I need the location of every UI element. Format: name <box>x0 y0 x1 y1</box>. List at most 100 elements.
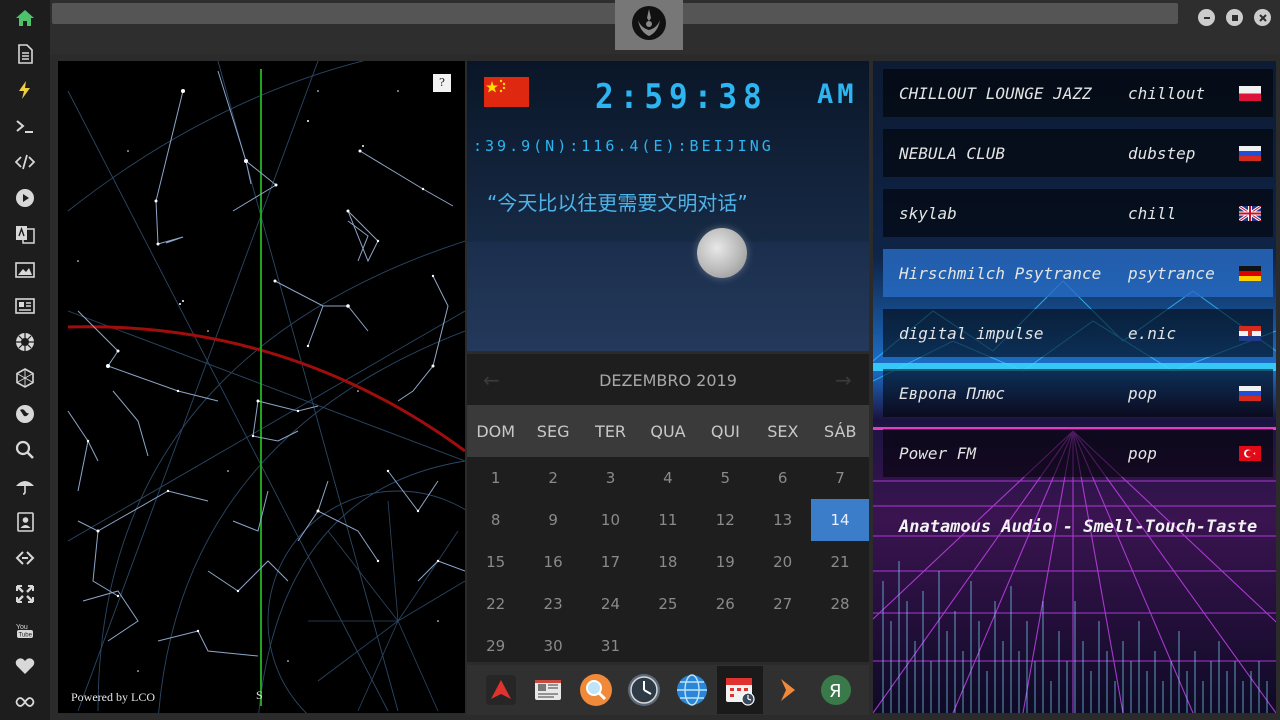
star-map[interactable]: ? Powered by LCO S <box>58 61 465 713</box>
station-name: Hirschmilch Psytrance <box>899 263 1102 283</box>
croatia-flag <box>1239 325 1261 341</box>
daily-quote: “今天比以往更需要文明对话” <box>487 191 748 215</box>
station-row[interactable]: Power FM pop <box>883 429 1273 477</box>
app-dock: Я <box>467 665 869 715</box>
document-icon[interactable] <box>13 42 37 66</box>
weekday-header: DOM SEG TER QUA QUI SEX SÁB <box>467 405 869 457</box>
home-icon[interactable] <box>13 6 37 30</box>
calendar-day[interactable]: 21 <box>811 541 868 583</box>
news-app-icon[interactable] <box>531 673 565 707</box>
calendar-day[interactable]: 28 <box>811 583 868 625</box>
calendar-day[interactable]: 5 <box>697 457 754 499</box>
station-genre: pop <box>1128 383 1157 403</box>
maximize-icon[interactable] <box>1226 9 1243 26</box>
calendar-day[interactable]: 11 <box>639 499 696 541</box>
calendar-day[interactable]: 16 <box>524 541 581 583</box>
lightning-icon[interactable] <box>13 78 37 102</box>
powered-by-credit: Powered by LCO <box>71 690 155 704</box>
month-label: DEZEMBRO 2019 <box>599 370 737 390</box>
calendar-empty-cell <box>697 625 754 667</box>
uk-flag <box>1239 205 1261 221</box>
calendar-day[interactable]: 19 <box>697 541 754 583</box>
station-row[interactable]: digital impulse e.nic <box>883 309 1273 357</box>
station-name: Power FM <box>899 443 977 463</box>
clock-coordinates: :39.9(N):116.4(E):BEIJING <box>473 137 774 155</box>
terminal-icon[interactable] <box>13 114 37 138</box>
calendar-app-icon[interactable] <box>717 666 763 714</box>
calendar-day-today[interactable]: 14 <box>811 499 869 541</box>
desktop: You Tube ? Powered by LCO S 2:59:38 AM:… <box>0 0 1280 720</box>
prev-month-button[interactable]: ← <box>483 368 500 392</box>
link-icon[interactable] <box>13 546 37 570</box>
contact-icon[interactable] <box>13 510 37 534</box>
calendar-day[interactable]: 13 <box>754 499 811 541</box>
yandex-app-icon[interactable]: Я <box>819 673 853 707</box>
moon-phase-icon <box>697 228 747 278</box>
calendar-day[interactable]: 26 <box>697 583 754 625</box>
station-genre: chill <box>1128 203 1177 223</box>
calendar-day[interactable]: 29 <box>467 625 524 667</box>
svg-text:Tube: Tube <box>19 633 33 639</box>
umbrella-icon[interactable] <box>13 474 37 498</box>
calendar-day[interactable]: 2 <box>524 457 581 499</box>
globe-app-icon[interactable] <box>675 673 709 707</box>
code-icon[interactable] <box>13 150 37 174</box>
play-app-icon[interactable] <box>771 673 805 707</box>
help-button[interactable]: ? <box>433 74 451 92</box>
globe-icon[interactable] <box>13 402 37 426</box>
russia-flag <box>1239 145 1261 161</box>
weekday-label: TER <box>595 421 627 441</box>
clock-app-icon[interactable] <box>627 673 661 707</box>
radio-player-widget: CHILLOUT LOUNGE JAZZ chillout NEBULA CLU… <box>873 61 1276 713</box>
translate-icon[interactable] <box>13 222 37 246</box>
hexagon-icon[interactable] <box>13 366 37 390</box>
calendar-day[interactable]: 12 <box>697 499 754 541</box>
infinity-icon[interactable] <box>13 690 37 714</box>
russia-flag <box>1239 385 1261 401</box>
calendar-day[interactable]: 24 <box>582 583 639 625</box>
news-icon[interactable] <box>13 294 37 318</box>
station-row-selected[interactable]: Hirschmilch Psytrance psytrance <box>883 249 1273 297</box>
calendar-day[interactable]: 4 <box>639 457 696 499</box>
close-icon[interactable] <box>1254 9 1271 26</box>
calendar-grid: 1 2 3 4 5 6 7 8 9 10 11 12 13 14 15 16 17 18 19 20 21 22 23 24 2… <box>467 457 869 667</box>
play-icon[interactable] <box>13 186 37 210</box>
calendar-day[interactable]: 10 <box>582 499 639 541</box>
calendar-week-row: 29 30 31 <box>467 625 869 667</box>
minimize-icon[interactable] <box>1198 9 1215 26</box>
station-genre: chillout <box>1128 83 1206 103</box>
expand-icon[interactable] <box>13 582 37 606</box>
calendar-day[interactable]: 18 <box>639 541 696 583</box>
next-month-button[interactable]: → <box>835 368 852 392</box>
calendar-day[interactable]: 22 <box>467 583 524 625</box>
heart-icon[interactable] <box>13 654 37 678</box>
youtube-icon[interactable]: You Tube <box>13 618 37 642</box>
calendar-day[interactable]: 1 <box>467 457 524 499</box>
station-row[interactable]: NEBULA CLUB dubstep <box>883 129 1273 177</box>
station-genre: dubstep <box>1128 143 1196 163</box>
calendar-day[interactable]: 3 <box>582 457 639 499</box>
calendar-day[interactable]: 6 <box>754 457 811 499</box>
calendar-day[interactable]: 31 <box>582 625 639 667</box>
search-app-icon[interactable] <box>579 673 613 707</box>
rebel-alliance-logo[interactable] <box>615 0 683 50</box>
world-clock-widget: 2:59:38 AM :39.9(N):116.4(E):BEIJING “今天… <box>467 61 869 351</box>
station-row[interactable]: skylab chill <box>883 189 1273 237</box>
station-row[interactable]: CHILLOUT LOUNGE JAZZ chillout <box>883 69 1273 117</box>
calendar-day[interactable]: 7 <box>811 457 868 499</box>
image-icon[interactable] <box>13 258 37 282</box>
search-icon[interactable] <box>13 438 37 462</box>
weekday-label: SEX <box>767 421 799 441</box>
calendar-day[interactable]: 30 <box>524 625 581 667</box>
calendar-day[interactable]: 20 <box>754 541 811 583</box>
station-row[interactable]: Европа Плюс pop <box>883 369 1273 417</box>
arch-app-icon[interactable] <box>484 673 518 707</box>
calendar-day[interactable]: 15 <box>467 541 524 583</box>
calendar-day[interactable]: 8 <box>467 499 524 541</box>
calendar-day[interactable]: 17 <box>582 541 639 583</box>
calendar-day[interactable]: 9 <box>524 499 581 541</box>
calendar-day[interactable]: 27 <box>754 583 811 625</box>
calendar-day[interactable]: 25 <box>639 583 696 625</box>
calendar-day[interactable]: 23 <box>524 583 581 625</box>
rebel-icon[interactable] <box>13 330 37 354</box>
